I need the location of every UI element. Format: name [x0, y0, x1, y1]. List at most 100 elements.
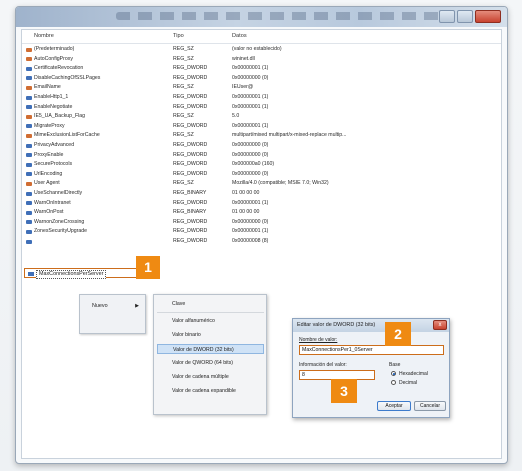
value-name-cell: UseSchannelDirectly — [34, 190, 83, 196]
string-value-icon — [26, 114, 32, 119]
value-data-cell: wininet.dll — [232, 55, 255, 62]
table-row[interactable]: CertificateRevocation REG_DWORD 0x00000001… — [22, 65, 501, 72]
value-name-cell: IE5_UA_Backup_Flag — [34, 113, 86, 120]
menu-item-nuevo[interactable]: Nuevo ▶ — [82, 301, 142, 311]
binary-value-icon — [26, 66, 32, 71]
value-type-cell: REG_DWORD — [173, 65, 208, 72]
new-value-name-edit[interactable]: MaxConnectionsPerServer — [36, 270, 107, 279]
table-row[interactable]: EnableNegotiate REG_DWORD 0x00000001 (1) — [22, 104, 501, 111]
decimal-radio[interactable] — [391, 380, 396, 385]
table-row[interactable]: WarnOnPost REG_BINARY 01 00 00 00 — [22, 209, 501, 216]
table-row[interactable]: REG_DWORD 0x00000008 (8) — [22, 238, 501, 245]
table-row[interactable]: DisableCachingOfSSLPages REG_DWORD 0x00000… — [22, 75, 501, 82]
table-row[interactable]: MigrateProxy REG_DWORD 0x00000001 (1) — [22, 123, 501, 130]
submenu-item-dword[interactable]: Valor de DWORD (32 bits) — [157, 344, 264, 354]
menu-item-label: Nuevo — [92, 303, 108, 309]
value-name-cell: WarnonZoneCrossing — [34, 218, 85, 225]
value-data-cell: 0x00000000 (0) — [232, 74, 269, 81]
hex-radio-label: Hexadecimal — [399, 371, 428, 377]
binary-value-icon — [26, 153, 32, 158]
value-name-cell: UrlEncoding — [34, 170, 63, 177]
window-titlebar[interactable] — [16, 7, 507, 27]
string-value-icon — [26, 57, 32, 62]
value-name-field[interactable]: MaxConnectionsPer1_0Server — [299, 345, 444, 355]
value-data-cell: 0x00000001 (1) — [232, 122, 269, 129]
value-data-cell: 0x00000000 (0) — [232, 218, 269, 225]
column-header: Nombre Tipo Datos — [22, 30, 501, 44]
table-row[interactable]: SecureProtocols REG_DWORD 0x000000a0 (160) — [22, 161, 501, 168]
value-name-cell: EnableNegotiate — [34, 103, 73, 110]
table-row[interactable]: User Agent REG_SZ Mozilla/4.0 (compatible;… — [22, 180, 501, 187]
photo-frame: Nombre Tipo Datos (Predeterminado) REG_SZ… — [0, 0, 522, 471]
binary-value-icon — [28, 272, 34, 276]
value-data-cell: multipart/mixed multipart/x-mixed-replac… — [232, 132, 347, 139]
submenu-item-expandable-string[interactable]: Valor de cadena expandible — [157, 386, 264, 396]
value-data-cell: 01 00 00 00 — [232, 209, 260, 216]
maximize-button[interactable] — [457, 10, 473, 23]
value-data-cell: 0x00000001 (1) — [232, 65, 269, 72]
table-row[interactable]: AutoConfigProxy REG_SZ wininet.dll — [22, 56, 501, 63]
column-data[interactable]: Datos — [232, 33, 247, 39]
binary-value-icon — [26, 239, 32, 244]
close-button[interactable] — [475, 10, 501, 23]
dialog-close-icon[interactable]: x — [433, 320, 447, 330]
minimize-button[interactable] — [439, 10, 455, 23]
table-row[interactable]: EnableHttp1_1 REG_DWORD 0x00000001 (1) — [22, 94, 501, 101]
submenu-item-string[interactable]: Valor alfanumérico — [157, 316, 264, 326]
table-row[interactable]: UrlEncoding REG_DWORD 0x00000000 (0) — [22, 171, 501, 178]
table-row[interactable]: WarnOnIntranet REG_DWORD 0x00000001 (1) — [22, 200, 501, 207]
binary-value-icon — [26, 201, 32, 206]
value-name-cell: WarnOnPost — [34, 209, 64, 216]
value-data-cell: 0x00000000 (0) — [232, 151, 269, 158]
value-name-label: Nombre de valor: — [299, 337, 338, 343]
table-row[interactable]: ZonesSecurityUpgrade REG_DWORD 0x00000001 … — [22, 228, 501, 235]
table-row[interactable]: ProxyEnable REG_DWORD 0x00000000 (0) — [22, 152, 501, 159]
values-pane: Nombre Tipo Datos (Predeterminado) REG_SZ… — [21, 29, 502, 459]
submenu-item-clave[interactable]: Clave — [157, 299, 264, 309]
string-value-icon — [26, 133, 32, 138]
value-type-cell: REG_SZ — [173, 84, 194, 91]
value-name-cell: ProxyEnable — [34, 151, 64, 158]
accept-button[interactable]: Aceptar — [377, 401, 411, 411]
decimal-radio-label: Decimal — [399, 380, 418, 386]
column-type[interactable]: Tipo — [173, 33, 184, 39]
value-type-cell: REG_DWORD — [173, 161, 208, 168]
table-row[interactable]: UseSchannelDirectly REG_BINARY 01 00 00 00 — [22, 190, 501, 197]
value-data-cell: 0x00000008 (8) — [232, 238, 269, 244]
binary-value-icon — [26, 162, 32, 167]
value-name-cell: SecureProtocols — [34, 161, 73, 168]
value-type-cell: REG_DWORD — [173, 199, 208, 206]
submenu-item-multi-string[interactable]: Valor de cadena múltiple — [157, 372, 264, 382]
registry-editor-window: Nombre Tipo Datos (Predeterminado) REG_SZ… — [15, 6, 508, 464]
value-type-cell: REG_SZ — [173, 113, 194, 120]
binary-value-icon — [26, 191, 32, 196]
table-row[interactable]: EmailName REG_SZ IEUser@ — [22, 84, 501, 91]
value-name-cell: EnableHttp1_1 — [34, 94, 69, 100]
binary-value-icon — [26, 95, 32, 100]
window-controls — [439, 10, 501, 23]
string-value-icon — [26, 85, 32, 90]
table-row[interactable]: IE5_UA_Backup_Flag REG_SZ 5.0 — [22, 113, 501, 120]
hex-radio[interactable] — [391, 371, 396, 376]
submenu-item-binary[interactable]: Valor binario — [157, 330, 264, 340]
context-menu: Nuevo ▶ — [79, 294, 146, 334]
value-name-cell: EmailName — [34, 84, 61, 91]
new-value-row[interactable]: MaxConnectionsPerServer — [24, 268, 137, 279]
binary-value-icon — [26, 229, 32, 234]
cancel-button[interactable]: Cancelar — [414, 401, 446, 411]
value-name-cell: MimeExclusionListForCache — [34, 132, 100, 139]
binary-value-icon — [26, 143, 32, 148]
table-row[interactable]: MimeExclusionListForCache REG_SZ multipart… — [22, 132, 501, 139]
value-type-cell: REG_DWORD — [173, 170, 208, 177]
table-row[interactable]: PrivacyAdvanced REG_DWORD 0x00000000 (0) — [22, 142, 501, 149]
value-data-cell: (valor no establecido) — [232, 46, 282, 52]
value-name-cell: User Agent — [34, 180, 60, 187]
step-badge-3: 3 — [331, 379, 357, 403]
value-name-cell: ZonesSecurityUpgrade — [34, 228, 88, 235]
table-row[interactable]: (Predeterminado) REG_SZ (valor no establec… — [22, 46, 501, 53]
menu-separator — [157, 312, 264, 313]
value-type-cell: REG_DWORD — [173, 228, 208, 235]
table-row[interactable]: WarnonZoneCrossing REG_DWORD 0x00000000 (0… — [22, 219, 501, 226]
submenu-item-qword[interactable]: Valor de QWORD (64 bits) — [157, 358, 264, 368]
column-name[interactable]: Nombre — [34, 33, 54, 39]
